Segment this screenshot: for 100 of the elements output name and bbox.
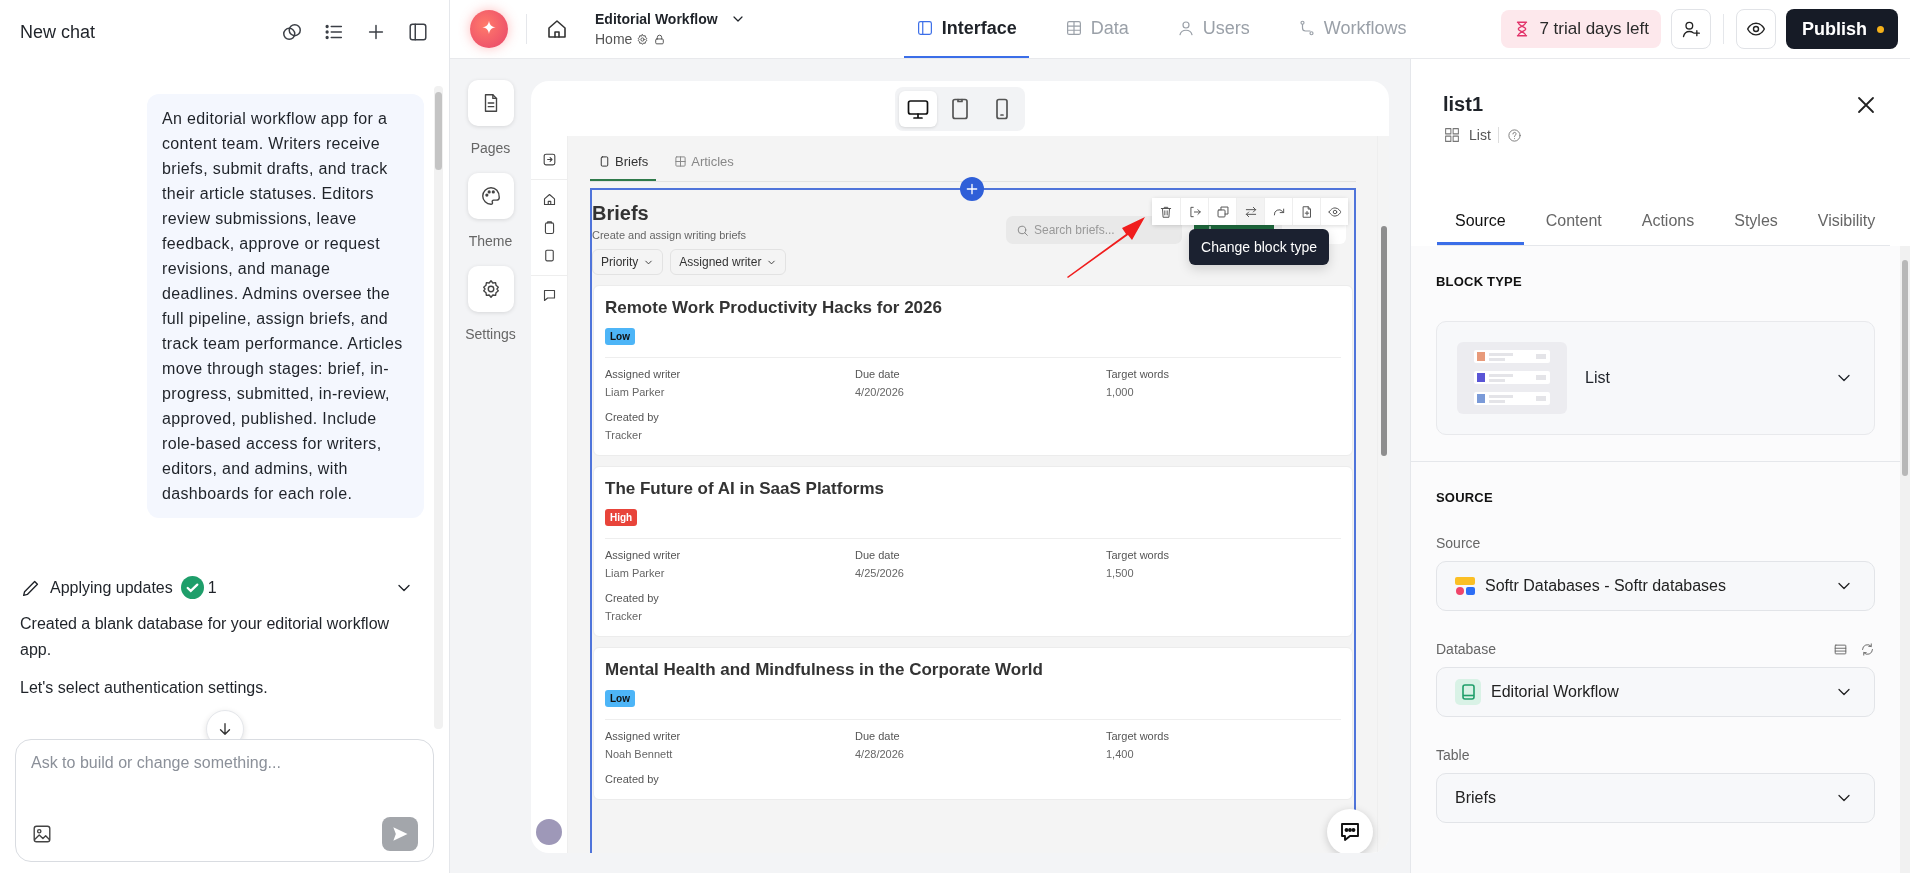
- swap-arrows-icon: [1243, 204, 1258, 219]
- user-message: An editorial workflow app for a content team. Writers receive briefs, submit drafts, and track their article statuses. Editors review submissions, leave feedback, approve or request revisions, and manage deadlines. Admins oversee the full pipeline, assign briefs, and track team performance. Articles move through stages: brief, in-progress, submitted, in-review, approved, published. Include role-based access for writers, editors, and admins, with dashboards for each role.: [147, 94, 424, 518]
- invite-user-button[interactable]: [1671, 9, 1711, 49]
- page-name[interactable]: Home: [595, 31, 633, 47]
- field-value: Noah Bennett: [605, 748, 674, 760]
- exit-icon: [1187, 204, 1202, 219]
- field-value: Liam Parker: [605, 386, 666, 398]
- section-heading: SOURCE: [1436, 490, 1494, 505]
- database-logo-icon: [1455, 576, 1475, 596]
- field-value: 4/20/2026: [855, 386, 905, 398]
- refresh-icon: [1860, 642, 1875, 657]
- block-subtitle: Create and assign writing briefs: [592, 229, 748, 241]
- sidebar-toggle-button[interactable]: [407, 21, 429, 43]
- panel-tab[interactable]: Content: [1527, 212, 1620, 245]
- home-icon: [545, 17, 569, 41]
- publish-button[interactable]: Publish: [1786, 9, 1898, 49]
- device-button[interactable]: [899, 90, 937, 127]
- panel-tab[interactable]: Styles: [1716, 212, 1796, 245]
- add-block-button[interactable]: [960, 177, 984, 201]
- panel-tab[interactable]: Actions: [1623, 212, 1713, 245]
- assistant-message: Let's select authentication settings.: [20, 678, 269, 698]
- update-count: 1: [207, 578, 217, 597]
- app-name[interactable]: Editorial Workflow: [595, 11, 718, 27]
- field-value: 4/25/2026: [855, 567, 905, 579]
- field-label: Due date: [855, 549, 901, 561]
- scrollbar[interactable]: [1900, 246, 1910, 873]
- field-label: Assigned writer: [605, 368, 682, 380]
- priority-tag: High: [605, 509, 638, 526]
- select-field[interactable]: Editorial Workflow: [1436, 667, 1875, 717]
- block-type-select[interactable]: List: [1436, 321, 1875, 435]
- avatar[interactable]: [536, 819, 562, 845]
- attach-image-button[interactable]: [31, 823, 53, 845]
- table-icon: [1833, 642, 1848, 657]
- comment-icon: [541, 288, 557, 303]
- field-value: Tracker: [605, 610, 643, 622]
- tooltip: Change block type: [1189, 229, 1329, 265]
- card-title: Mental Health and Mindfulness in the Corporate World: [605, 660, 1044, 680]
- field-value: Liam Parker: [605, 567, 666, 579]
- field-label: Target words: [1106, 549, 1170, 561]
- field-label: Target words: [1106, 368, 1170, 380]
- trial-badge[interactable]: 7 trial days left: [1501, 10, 1661, 48]
- field-label: Assigned writer: [605, 730, 682, 742]
- select-field[interactable]: Softr Databases - Softr databases: [1436, 561, 1875, 611]
- toolbar-button[interactable]: [1320, 198, 1348, 225]
- field-label: Table: [1436, 747, 1470, 763]
- trash-icon: [1159, 204, 1173, 219]
- block-name: list1: [1443, 93, 1485, 116]
- scrollbar[interactable]: [434, 86, 443, 729]
- toolbar-button[interactable]: [1152, 198, 1180, 225]
- scroll-down-button[interactable]: [206, 710, 244, 739]
- help-icon: [1506, 127, 1522, 143]
- image-icon: [31, 823, 53, 845]
- filter-dropdown[interactable]: Priority: [592, 249, 664, 275]
- assistant-message: Created a blank database for your editorial workflow app.: [20, 614, 391, 660]
- priority-tag: Low: [605, 690, 635, 707]
- eye-icon: [1327, 204, 1342, 219]
- grid-icon: [1443, 126, 1461, 144]
- card-title: Remote Work Productivity Hacks for 2026: [605, 298, 943, 318]
- palette-icon: [479, 185, 502, 207]
- home-button[interactable]: [545, 17, 569, 41]
- user-icon: [1176, 19, 1195, 37]
- field-value: 1,000: [1106, 386, 1135, 398]
- send-button[interactable]: [382, 817, 418, 851]
- field-label: Due date: [855, 730, 901, 742]
- field-label: Assigned writer: [605, 549, 682, 561]
- toolbar-button[interactable]: [1264, 198, 1292, 225]
- field-value: Tracker: [605, 429, 643, 441]
- card-title: The Future of AI in SaaS Platforms: [605, 479, 885, 499]
- field-value: 1,400: [1106, 748, 1135, 760]
- section-heading: BLOCK TYPE: [1436, 274, 1523, 289]
- book-icon: [1455, 679, 1481, 705]
- panel-tab[interactable]: Visibility: [1799, 212, 1894, 245]
- filter-dropdown[interactable]: Assigned writer: [670, 249, 787, 275]
- page-icon: [598, 155, 611, 168]
- select-field[interactable]: Briefs: [1436, 773, 1875, 823]
- field-label: Created by: [605, 773, 660, 785]
- link-button[interactable]: [281, 21, 303, 43]
- sidebar-icon: [407, 21, 429, 43]
- toolbar-button[interactable]: [1236, 198, 1264, 225]
- toolbar-button[interactable]: [1292, 198, 1320, 225]
- gear-icon: [636, 32, 650, 46]
- preview-button[interactable]: [1736, 9, 1776, 49]
- block-type-label: List: [1469, 127, 1499, 143]
- toolbar-button[interactable]: [1208, 198, 1236, 225]
- copy-icon: [1215, 204, 1230, 219]
- toolbar-button[interactable]: [1180, 198, 1208, 225]
- table-icon: [1064, 19, 1083, 37]
- field-label: Due date: [855, 368, 901, 380]
- message-input[interactable]: Ask to build or change something...: [31, 754, 418, 772]
- plus-icon: [964, 181, 980, 197]
- field-value: 4/28/2026: [855, 748, 905, 760]
- priority-tag: Low: [605, 328, 635, 345]
- status-text: Applying updates: [50, 578, 173, 597]
- page-tab[interactable]: Briefs: [590, 154, 657, 181]
- search-icon: [1016, 224, 1029, 237]
- expand-icon: [541, 152, 557, 167]
- table-icon: [674, 155, 688, 168]
- app-logo[interactable]: [470, 10, 508, 48]
- workflow-icon: [1297, 19, 1316, 37]
- block-title: Briefs: [592, 202, 650, 225]
